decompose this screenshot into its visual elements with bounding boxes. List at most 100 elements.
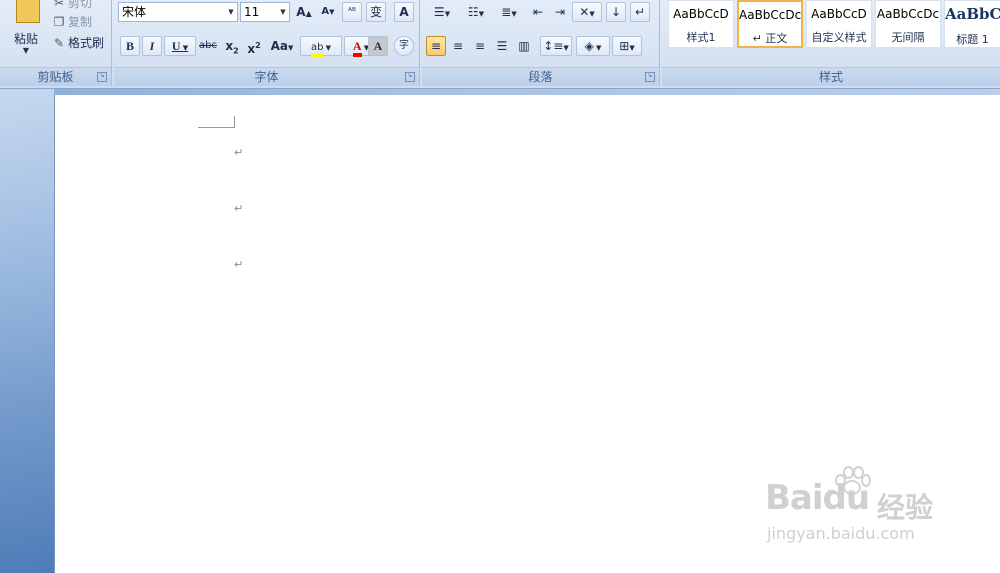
superscript-icon: x <box>247 42 256 56</box>
style-name: 标题 1 <box>956 33 989 46</box>
align-right-button[interactable]: ≡ <box>470 36 490 56</box>
subscript-icon: x <box>225 39 234 53</box>
copy-icon: ❐ <box>53 15 65 29</box>
character-shading-icon: A <box>373 39 383 53</box>
character-shading-button[interactable]: A <box>368 36 388 56</box>
font-launcher-icon[interactable]: ↘ <box>405 72 415 82</box>
align-center-icon: ≡ <box>452 39 464 53</box>
numbered-list-icon: ☷ <box>467 5 479 19</box>
grow-font-button[interactable]: A▲ <box>294 2 314 22</box>
enclose-characters-button[interactable]: 字 <box>394 36 414 56</box>
paste-label: 粘贴 <box>13 32 38 46</box>
style-sample: AaBbC <box>945 5 1000 23</box>
watermark-cn-text: 经验 <box>877 491 934 524</box>
line-spacing-icon: ↕≡ <box>543 39 564 53</box>
line-spacing-button[interactable]: ↕≡▼ <box>540 36 572 56</box>
paragraph-group-label: 段落 <box>422 67 659 86</box>
format-painter-button[interactable]: ✎ 格式刷 <box>52 34 104 52</box>
superscript-button[interactable]: x2 <box>244 36 264 56</box>
strikethrough-button[interactable]: abc <box>198 36 218 56</box>
font-size-combo[interactable]: 11 ▼ <box>240 2 290 22</box>
paragraph-mark[interactable]: ↵ <box>234 202 243 215</box>
underline-button[interactable]: U ▼ <box>164 36 196 56</box>
clipboard-group: 粘贴 ▼ ✂ 剪切 ❐ 复制 ✎ 格式刷 剪贴板 ↘ <box>0 0 112 86</box>
justify-icon: ☰ <box>496 39 508 53</box>
subscript-button[interactable]: x2 <box>222 36 242 56</box>
distributed-icon: ▥ <box>518 39 530 53</box>
paragraph-mark[interactable]: ↵ <box>234 146 243 159</box>
chevron-down-icon[interactable]: ▼ <box>277 3 289 21</box>
multilevel-list-button[interactable]: ≣▼ <box>494 2 524 22</box>
style-sample: AaBbCcD <box>811 7 867 21</box>
align-left-button[interactable]: ≡ <box>426 36 446 56</box>
decrease-indent-icon: ⇤ <box>532 5 544 19</box>
font-color-icon: A <box>352 39 362 57</box>
phonetic-guide-button[interactable]: 变 <box>366 2 386 22</box>
bullets-button[interactable]: ☰▼ <box>426 2 458 22</box>
clear-formatting-button[interactable]: ᴬᴮ <box>342 2 362 22</box>
shrink-font-button[interactable]: A▼ <box>318 2 338 22</box>
style-sample: AaBbCcD <box>673 7 729 21</box>
underline-icon: U <box>171 39 181 53</box>
copy-button[interactable]: ❐ 复制 <box>52 13 92 31</box>
strikethrough-icon: abc <box>199 40 217 51</box>
style-tile[interactable]: AaBbC 标题 1 <box>944 0 1000 48</box>
justify-button[interactable]: ☰ <box>492 36 512 56</box>
phonetic-guide-icon: 变 <box>369 5 382 19</box>
asian-layout-button[interactable]: ✕▼ <box>572 2 602 22</box>
character-border-button[interactable]: A <box>394 2 414 22</box>
borders-icon: ⊞ <box>619 39 630 53</box>
style-tile[interactable]: AaBbCcD 自定义样式 <box>806 0 872 48</box>
format-painter-label: 格式刷 <box>68 36 105 50</box>
borders-button[interactable]: ⊞▼ <box>612 36 642 56</box>
chevron-down-icon[interactable]: ▼ <box>6 46 46 55</box>
change-case-icon: Aa <box>270 39 288 53</box>
paste-button[interactable]: 粘贴 ▼ <box>6 0 46 66</box>
grow-font-icon: A <box>296 5 306 19</box>
style-tile[interactable]: AaBbCcDc 无间隔 <box>875 0 941 48</box>
margin-corner-mark <box>198 127 234 128</box>
brush-icon: ✎ <box>53 36 65 50</box>
clear-formatting-icon: ᴬᴮ <box>348 7 356 17</box>
change-case-button[interactable]: Aa▼ <box>268 36 296 56</box>
copy-label: 复制 <box>68 15 93 29</box>
font-size-value: 11 <box>244 5 260 19</box>
clipboard-launcher-icon[interactable]: ↘ <box>97 72 107 82</box>
asian-layout-icon: ✕ <box>579 5 590 19</box>
paragraph-mark[interactable]: ↵ <box>234 258 243 271</box>
style-tile-selected[interactable]: AaBbCcDc ↵ 正文 <box>737 0 803 48</box>
shading-button[interactable]: ◈ ▼ <box>576 36 610 56</box>
watermark-url: jingyan.baidu.com <box>767 524 915 543</box>
decrease-indent-button[interactable]: ⇤ <box>528 2 548 22</box>
chevron-down-icon[interactable]: ▼ <box>225 3 237 21</box>
style-name: 自定义样式 <box>811 31 867 44</box>
sort-icon: ↓ <box>610 5 622 19</box>
italic-button[interactable]: I <box>142 36 162 56</box>
paragraph-group: ☰▼ ☷▼ ≣▼ ⇤ ⇥ ✕▼ ↓ ↵ ≡ ≡ ≡ ☰ ▥ ↕≡▼ ◈ ▼ ⊞▼… <box>422 0 660 86</box>
font-group-label: 字体 <box>114 67 419 86</box>
sort-button[interactable]: ↓ <box>606 2 626 22</box>
bold-icon: B <box>125 39 134 53</box>
italic-icon: I <box>149 39 155 53</box>
scissors-icon: ✂ <box>53 0 65 10</box>
bullet-list-icon: ☰ <box>433 5 445 19</box>
distributed-button[interactable]: ▥ <box>514 36 534 56</box>
enclose-characters-icon: 字 <box>399 40 409 51</box>
cut-button[interactable]: ✂ 剪切 <box>52 0 92 12</box>
style-name: 无间隔 <box>891 31 925 44</box>
align-right-icon: ≡ <box>474 39 486 53</box>
styles-group: AaBbCcD 样式1 AaBbCcDc ↵ 正文 AaBbCcD 自定义样式 … <box>662 0 1000 86</box>
style-tile[interactable]: AaBbCcD 样式1 <box>668 0 734 48</box>
increase-indent-icon: ⇥ <box>554 5 566 19</box>
show-marks-button[interactable]: ↵ <box>630 2 650 22</box>
style-sample: AaBbCcDc <box>876 7 940 21</box>
increase-indent-button[interactable]: ⇥ <box>550 2 570 22</box>
font-name-combo[interactable]: 宋体 ▼ <box>118 2 238 22</box>
align-center-button[interactable]: ≡ <box>448 36 468 56</box>
numbering-button[interactable]: ☷▼ <box>460 2 492 22</box>
text-highlight-button[interactable]: ab ▼ <box>300 36 342 57</box>
margin-corner-mark <box>234 116 235 128</box>
style-sample: AaBbCcDc <box>739 8 801 22</box>
bold-button[interactable]: B <box>120 36 140 56</box>
paragraph-launcher-icon[interactable]: ↘ <box>645 72 655 82</box>
